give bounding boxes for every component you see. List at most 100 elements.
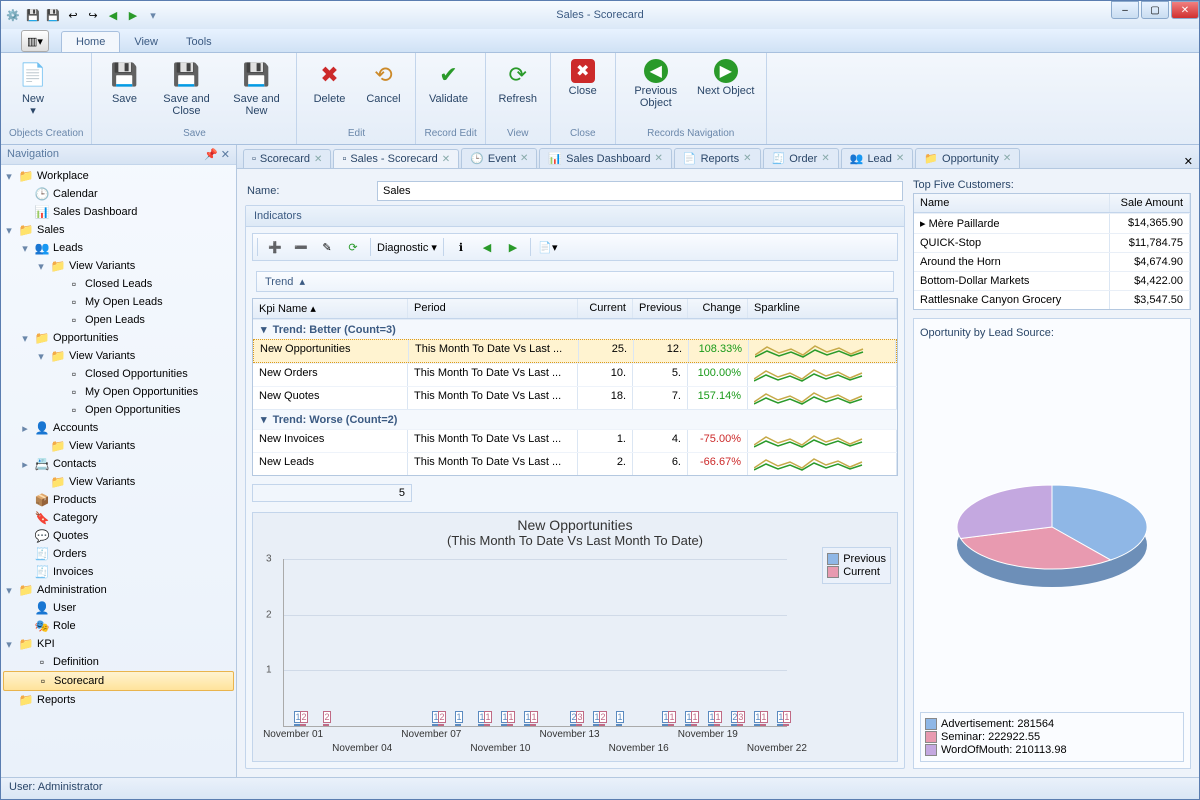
nav-item[interactable]: ▾📁View Variants [3,347,234,365]
nav-item[interactable]: ▫Closed Leads [3,275,234,293]
minimize-button[interactable]: – [1111,1,1139,19]
doc-tab[interactable]: ▫Scorecard✕ [243,149,331,168]
close-all-icon[interactable]: ✕ [1184,155,1193,168]
add-icon[interactable]: ➕ [264,236,286,258]
nav-item[interactable]: ▾👥Leads [3,239,234,257]
previous-object-button[interactable]: ◀Previous Object [624,57,688,109]
diagnostic-dropdown[interactable]: Diagnostic ▾ [377,241,437,254]
qat-dropdown-icon[interactable]: ▾ [145,7,161,23]
nav-item[interactable]: 🧾Orders [3,545,234,563]
nav-item[interactable]: ▫My Open Leads [3,293,234,311]
group-by-header[interactable]: Trend ▴ [256,271,894,292]
pie-chart [932,435,1172,615]
doc-tab[interactable]: 👥Lead✕ [841,148,914,168]
customer-row[interactable]: Around the Horn$4,674.90 [914,252,1190,271]
kpi-grid[interactable]: Kpi Name ▴PeriodCurrentPreviousChangeSpa… [252,298,898,476]
kpi-row[interactable]: New Leads This Month To Date Vs Last ...… [253,452,897,475]
customer-row[interactable]: ▸ Mère Paillarde$14,365.90 [914,213,1190,233]
tab-view[interactable]: View [120,32,172,52]
kpi-row[interactable]: New Orders This Month To Date Vs Last ..… [253,363,897,386]
next-record-icon[interactable]: ▶ [502,236,524,258]
close-icon[interactable]: ✕ [655,153,663,164]
nav-item[interactable]: 📁View Variants [3,437,234,455]
undo-icon[interactable]: ↩ [65,7,81,23]
refresh-grid-icon[interactable]: ⟳ [342,236,364,258]
info-icon[interactable]: ℹ [450,236,472,258]
validate-button[interactable]: ✔Validate [424,57,472,105]
close-icon[interactable]: ✕ [821,153,829,164]
close-icon[interactable]: ✕ [520,153,528,164]
app-menu-button[interactable]: ▥▾ [21,30,49,52]
nav-item[interactable]: 🕒Calendar [3,185,234,203]
nav-item[interactable]: 📁View Variants [3,473,234,491]
save-icon[interactable]: 💾 [25,7,41,23]
doc-tab[interactable]: 📁Opportunity✕ [915,148,1020,168]
nav-item[interactable]: ▸👤Accounts [3,419,234,437]
next-icon[interactable]: ▶ [125,7,141,23]
nav-item[interactable]: ▫Scorecard [3,671,234,691]
close-icon[interactable]: ✕ [1003,153,1011,164]
nav-item[interactable]: 📁Reports [3,691,234,709]
doc-tab[interactable]: 🧾Order✕ [763,148,839,168]
nav-item[interactable]: ▾📁Administration [3,581,234,599]
nav-item[interactable]: ▫Definition [3,653,234,671]
close-button[interactable]: ✖Close [559,57,607,97]
prev-icon[interactable]: ◀ [105,7,121,23]
doc-tab[interactable]: 📊Sales Dashboard✕ [539,148,671,168]
cancel-button[interactable]: ⟲Cancel [359,57,407,105]
new-button[interactable]: 📄New▾ [9,57,57,117]
doc-tab[interactable]: ▫Sales - Scorecard✕ [333,149,459,168]
navigation-tree[interactable]: ▾📁Workplace🕒Calendar📊Sales Dashboard▾📁Sa… [1,165,236,777]
top-customers-grid[interactable]: NameSale Amount▸ Mère Paillarde$14,365.9… [913,193,1191,310]
nav-item[interactable]: ▫Open Opportunities [3,401,234,419]
maximize-button[interactable]: ▢ [1141,1,1169,19]
close-icon[interactable]: ✕ [442,154,450,165]
nav-item[interactable]: ▸📇Contacts [3,455,234,473]
nav-item[interactable]: 💬Quotes [3,527,234,545]
kpi-row[interactable]: New Invoices This Month To Date Vs Last … [253,429,897,452]
nav-item[interactable]: ▾📁Opportunities [3,329,234,347]
nav-item[interactable]: ▾📁Sales [3,221,234,239]
gear-icon[interactable]: ⚙️ [5,7,21,23]
export-icon[interactable]: 📄▾ [537,236,559,258]
kpi-row[interactable]: New Opportunities This Month To Date Vs … [253,339,897,363]
save-button[interactable]: 💾Save [100,57,148,105]
next-object-button[interactable]: ▶Next Object [694,57,758,97]
customer-row[interactable]: Rattlesnake Canyon Grocery$3,547.50 [914,290,1190,309]
close-icon[interactable]: ✕ [896,153,904,164]
nav-item[interactable]: 🧾Invoices [3,563,234,581]
edit-icon[interactable]: ✎ [316,236,338,258]
redo-icon[interactable]: ↪ [85,7,101,23]
tab-tools[interactable]: Tools [172,32,226,52]
nav-item[interactable]: ▫My Open Opportunities [3,383,234,401]
nav-item[interactable]: ▾📁KPI [3,635,234,653]
customer-row[interactable]: QUICK-Stop$11,784.75 [914,233,1190,252]
save-close-icon[interactable]: 💾 [45,7,61,23]
close-icon[interactable]: ✕ [743,153,751,164]
nav-item[interactable]: ▫Open Leads [3,311,234,329]
close-icon[interactable]: ✕ [314,154,322,165]
doc-tab[interactable]: 🕒Event✕ [461,148,537,168]
refresh-button[interactable]: ⟳Refresh [494,57,542,105]
nav-item[interactable]: ▾📁View Variants [3,257,234,275]
doc-tab[interactable]: 📄Reports✕ [674,148,761,168]
nav-item[interactable]: 📊Sales Dashboard [3,203,234,221]
customer-row[interactable]: Bottom-Dollar Markets$4,422.00 [914,271,1190,290]
close-window-button[interactable]: ✕ [1171,1,1199,19]
pin-icon[interactable]: 📌 ✕ [204,148,230,161]
status-user: User: Administrator [9,781,103,793]
save-close-button[interactable]: 💾Save and Close [154,57,218,117]
prev-record-icon[interactable]: ◀ [476,236,498,258]
name-input[interactable] [377,181,903,201]
save-new-button[interactable]: 💾Save and New [224,57,288,117]
nav-item[interactable]: 🔖Category [3,509,234,527]
nav-item[interactable]: ▫Closed Opportunities [3,365,234,383]
delete-button[interactable]: ✖Delete [305,57,353,105]
nav-item[interactable]: 👤User [3,599,234,617]
tab-home[interactable]: Home [61,31,120,52]
nav-item[interactable]: 🎭Role [3,617,234,635]
nav-item[interactable]: 📦Products [3,491,234,509]
nav-item[interactable]: ▾📁Workplace [3,167,234,185]
kpi-row[interactable]: New Quotes This Month To Date Vs Last ..… [253,386,897,409]
remove-icon[interactable]: ➖ [290,236,312,258]
